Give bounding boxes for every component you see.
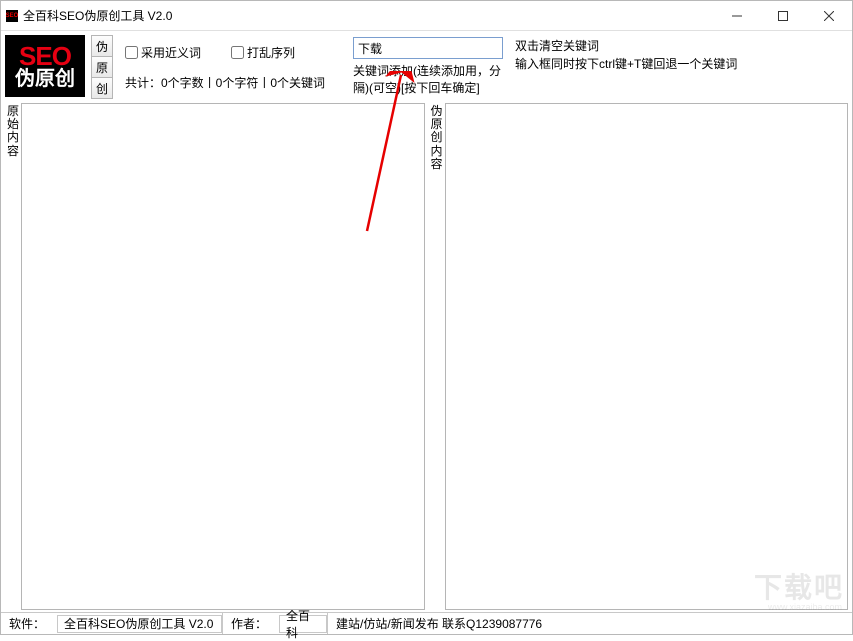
left-panel: 原始内容 <box>5 103 425 610</box>
keyword-input[interactable] <box>353 37 503 59</box>
close-button[interactable] <box>806 1 852 31</box>
right-panel: 伪原创内容 <box>429 103 849 610</box>
status-soft-name: 全百科SEO伪原创工具 V2.0 <box>57 615 222 633</box>
convert-button-group: 伪 原 创 <box>91 35 113 99</box>
convert-button-top[interactable]: 伪 <box>91 35 113 57</box>
rewritten-content-box[interactable] <box>445 103 849 610</box>
convert-button-bot[interactable]: 创 <box>91 78 113 99</box>
shuffle-checkbox-text: 打乱序列 <box>247 44 295 61</box>
status-author-label: 作者： <box>222 613 275 634</box>
options-block: 采用近义词 打乱序列 共计：0个字数丨0个字符丨0个关键词 <box>119 35 339 99</box>
synonym-checkbox-text: 采用近义词 <box>141 44 201 61</box>
window-title: 全百科SEO伪原创工具 V2.0 <box>23 7 172 24</box>
stats-text: 共计：0个字数丨0个字符丨0个关键词 <box>121 74 337 91</box>
original-content-box[interactable] <box>21 103 425 610</box>
logo: SEO 伪原创 <box>5 35 85 97</box>
keyword-hint: 关键词添加(连续添加用，分隔)(可空)[按下回车确定] <box>353 63 503 97</box>
shuffle-checkbox-label[interactable]: 打乱序列 <box>231 44 295 61</box>
tip-line-2: 输入框同时按下ctrl键+T键回退一个关键词 <box>515 55 848 73</box>
close-icon <box>824 11 834 21</box>
convert-button-mid[interactable]: 原 <box>91 57 113 78</box>
synonym-checkbox-label[interactable]: 采用近义词 <box>125 44 201 61</box>
maximize-icon <box>778 11 788 21</box>
minimize-button[interactable] <box>714 1 760 31</box>
status-link[interactable]: 建站/仿站/新闻发布 联系Q1239087776 <box>327 613 550 634</box>
main-area: 原始内容 伪原创内容 <box>1 101 852 612</box>
minimize-icon <box>732 11 742 21</box>
app-icon: SEO <box>6 10 18 22</box>
title-bar: SEO 全百科SEO伪原创工具 V2.0 <box>1 1 852 31</box>
right-panel-label: 伪原创内容 <box>429 103 445 610</box>
app-window: SEO 全百科SEO伪原创工具 V2.0 SEO 伪原创 伪 原 创 采用近 <box>0 0 853 635</box>
toolbar: SEO 伪原创 伪 原 创 采用近义词 打乱序列 共计：0个字数丨0个字符丨0个… <box>1 31 852 101</box>
status-bar: 软件： 全百科SEO伪原创工具 V2.0 作者： 全百科 建站/仿站/新闻发布 … <box>1 612 852 634</box>
shuffle-checkbox[interactable] <box>231 46 244 59</box>
keyword-block: 关键词添加(连续添加用，分隔)(可空)[按下回车确定] <box>345 35 505 99</box>
synonym-checkbox[interactable] <box>125 46 138 59</box>
tips-block: 双击清空关键词 输入框同时按下ctrl键+T键回退一个关键词 <box>511 35 848 99</box>
status-soft-label: 软件： <box>1 613 53 634</box>
maximize-button[interactable] <box>760 1 806 31</box>
tip-line-1: 双击清空关键词 <box>515 37 848 55</box>
logo-top: SEO <box>19 43 71 69</box>
logo-bottom: 伪原创 <box>15 69 75 89</box>
left-panel-label: 原始内容 <box>5 103 21 610</box>
status-author-name: 全百科 <box>279 615 327 633</box>
